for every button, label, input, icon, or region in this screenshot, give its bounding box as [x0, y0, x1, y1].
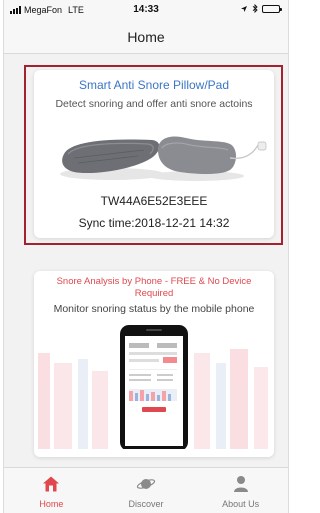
- page-title: Home: [127, 29, 165, 45]
- phone-app-image: [34, 319, 274, 451]
- home-icon: [41, 474, 61, 494]
- product-image: [34, 114, 274, 192]
- tab-about-us-label: About Us: [222, 499, 260, 509]
- device-card-subtitle: Detect snoring and offer anti snore acto…: [55, 98, 253, 110]
- person-icon: [231, 474, 251, 494]
- location-icon: [241, 5, 247, 12]
- device-card[interactable]: Smart Anti Snore Pillow/Pad Detect snori…: [34, 70, 274, 238]
- sync-label: Sync time:: [78, 216, 135, 230]
- bluetooth-icon: [252, 4, 258, 13]
- status-indicators: [240, 4, 282, 13]
- phone-screen: MegaFon LTE 14:33 Home Smart Anti Snore …: [3, 0, 289, 513]
- planet-icon: [136, 474, 156, 494]
- sync-info: Sync time:2018-12-21 14:32: [34, 216, 274, 230]
- tab-bar: Home Discover About Us: [4, 467, 288, 513]
- home-content[interactable]: Smart Anti Snore Pillow/Pad Detect snori…: [4, 55, 288, 467]
- nav-bar: Home: [4, 20, 288, 54]
- device-card-title: Smart Anti Snore Pillow/Pad: [78, 78, 230, 92]
- tab-about-us[interactable]: About Us: [193, 468, 288, 513]
- analysis-description: Monitor snoring status by the mobile pho…: [53, 303, 255, 315]
- tab-discover[interactable]: Discover: [99, 468, 194, 513]
- tab-home[interactable]: Home: [4, 468, 99, 513]
- snore-pillow-illustration: [148, 136, 267, 181]
- tab-discover-label: Discover: [128, 499, 164, 509]
- analysis-promo: Snore Analysis by Phone - FREE & No Devi…: [56, 276, 252, 299]
- sync-time: 2018-12-21 14:32: [134, 216, 230, 230]
- snore-pad-illustration: [60, 139, 164, 180]
- snore-analysis-card[interactable]: Snore Analysis by Phone - FREE & No Devi…: [34, 271, 274, 457]
- battery-icon: [262, 4, 282, 13]
- mobile-phone-illustration: [120, 325, 188, 451]
- device-id: TW44A6E52E3EEE: [100, 194, 208, 208]
- tab-home-label: Home: [39, 499, 64, 509]
- status-bar: MegaFon LTE 14:33: [4, 0, 288, 20]
